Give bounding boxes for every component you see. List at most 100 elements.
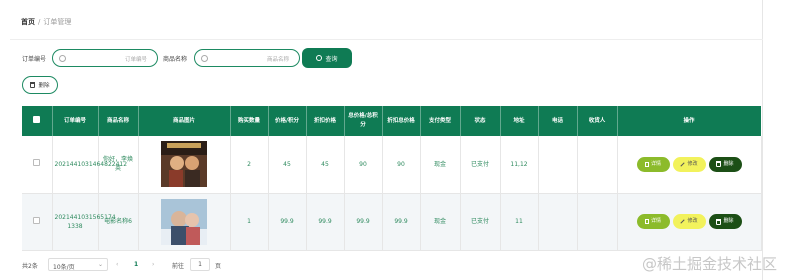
select-all-cell[interactable] [22,106,53,136]
row-select-cell[interactable] [22,193,53,251]
phone-cell [538,193,578,251]
trash-icon [716,161,722,168]
receiver-cell [577,136,618,194]
search-button-label: 查询 [325,55,338,63]
page-size-value: 10条/页 [53,264,75,271]
header-price: 价格/积分 [268,106,307,136]
order-no-cell: 2021441031464822412 [52,136,127,194]
order-no-placeholder: 订单编号 [124,57,147,63]
delete-label: 删除 [723,160,734,167]
edit-button[interactable]: 修改 [672,214,706,229]
product-name-input[interactable]: 商品名称 [194,49,300,67]
detail-label: 详情 [650,218,661,224]
prev-page-button[interactable]: ‹ [116,261,118,268]
product-cell: 电影名称6 [98,193,139,251]
discount-total-cell: 90 [382,136,421,194]
qty-cell: 1 [230,193,269,251]
status-cell: 已支付 [460,136,501,194]
breadcrumb-home[interactable]: 首页 [21,18,35,26]
receiver-cell [577,193,618,251]
batch-delete-button[interactable]: 删除 [22,76,58,94]
address-cell: 11,12 [500,136,539,194]
price-cell: 45 [268,136,307,194]
header-receiver: 收货人 [577,106,618,136]
header-discount-total: 折扣总价格 [382,106,421,136]
product-name-label: 商品名称 [163,56,188,63]
header-actions: 操作 [617,106,762,136]
main-panel: 首页/订单管理 订单编号 订单编号 商品名称 商品名称 查询 删除 订单编号 [10,0,763,280]
header-product: 商品名称 [98,106,139,136]
total-count: 共2条 [22,263,38,270]
page-number[interactable]: 1 [134,261,138,268]
top-bar: 首页 / 订单管理 [10,0,763,40]
discount-total-cell: 99.9 [382,193,421,251]
edit-label: 修改 [687,218,698,224]
header-discount-price: 折扣价格 [306,106,345,136]
next-page-button[interactable]: › [152,261,154,268]
phone-cell [538,136,578,194]
header-qty: 购买数量 [230,106,269,136]
edit-button[interactable]: 修改 [672,156,706,172]
row-checkbox[interactable] [33,216,41,224]
document-icon [644,219,649,224]
order-no-cell: 2021441031565174 1338 [52,193,116,251]
table-header-row: 订单编号 商品名称 商品图片 购买数量 价格/积分 折扣价格 总价格/总积分 折… [22,106,762,136]
product-image [161,141,207,188]
orders-table: 订单编号 商品名称 商品图片 购买数量 价格/积分 折扣价格 总价格/总积分 折… [22,106,762,251]
order-no-input[interactable]: 订单编号 [52,49,158,67]
watermark: @稀土掘金技术社区 [641,255,777,273]
goto-label: 前往 [172,263,185,270]
image-cell [138,193,231,251]
search-icon [201,55,208,62]
select-all-checkbox[interactable] [33,115,41,123]
address-cell: 11 [500,193,539,251]
row-select-cell[interactable] [22,136,53,194]
batch-delete-label: 删除 [38,83,50,89]
edit-label: 修改 [687,160,698,167]
document-icon [644,161,649,167]
delete-button[interactable]: 删除 [708,156,742,172]
detail-button[interactable]: 详情 [636,214,670,229]
header-phone: 电话 [538,106,578,136]
status-cell: 已支付 [460,193,501,251]
total-cell: 90 [344,136,383,194]
row-checkbox[interactable] [33,159,41,167]
goto-page-input[interactable]: 1 [190,258,210,271]
detail-label: 详情 [650,160,661,167]
breadcrumb-separator: / [38,18,41,26]
pay-type-cell: 现金 [420,136,461,194]
detail-button[interactable]: 详情 [636,156,670,172]
image-cell [138,136,231,194]
actions-cell: 详情 修改 删除 [617,193,762,251]
header-pay-type: 支付类型 [420,106,461,136]
delete-button[interactable]: 删除 [708,214,742,229]
header-order-no: 订单编号 [52,106,99,136]
search-button[interactable]: 查询 [302,48,352,68]
breadcrumb: 首页 / 订单管理 [21,17,71,27]
product-name-placeholder: 商品名称 [266,57,289,63]
trash-icon [30,82,36,88]
header-address: 地址 [500,106,539,136]
table-row: 2021441031565174 1338 电影名称6 1 99.9 99.9 … [22,193,762,251]
header-image: 商品图片 [138,106,231,136]
total-cell: 99.9 [344,193,383,251]
actions-cell: 详情 修改 删除 [617,136,762,194]
page-size-select[interactable]: 10条/页 ⌄ [48,258,108,271]
search-bar: 订单编号 订单编号 商品名称 商品名称 查询 [10,48,763,70]
search-icon [59,55,66,62]
discount-price-cell: 99.9 [306,193,345,251]
chevron-down-icon: ⌄ [97,261,103,268]
discount-price-cell: 45 [306,136,345,194]
header-total: 总价格/总积分 [344,106,383,136]
search-icon [316,55,323,61]
pencil-icon [680,219,686,224]
header-status: 状态 [460,106,501,136]
page-unit-label: 页 [215,263,222,270]
order-no-label: 订单编号 [22,56,47,63]
breadcrumb-current: 订单管理 [43,18,72,26]
pay-type-cell: 现金 [420,193,461,251]
pencil-icon [680,162,686,167]
product-image [161,198,207,245]
price-cell: 99.9 [268,193,307,251]
delete-label: 删除 [723,218,734,224]
